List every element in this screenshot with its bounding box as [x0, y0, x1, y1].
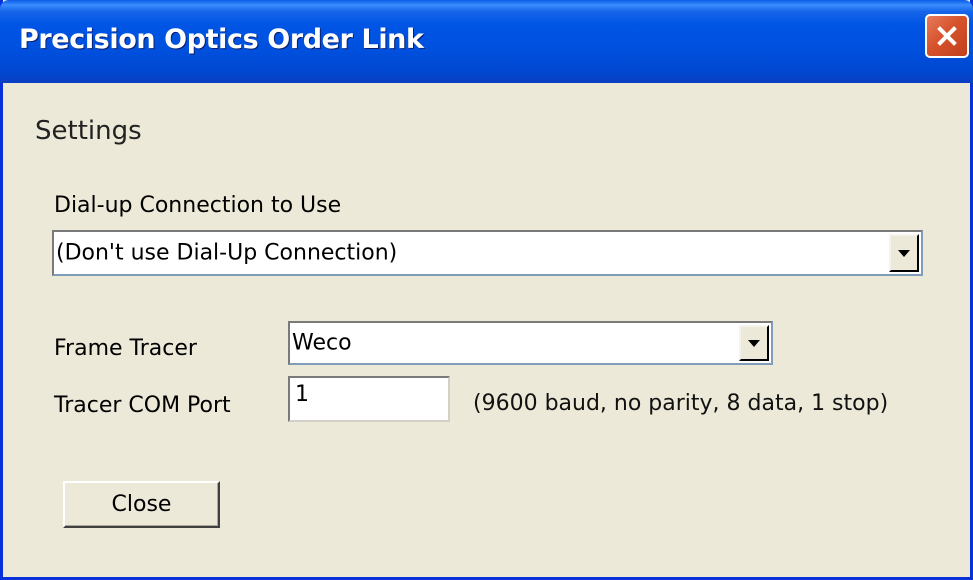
chevron-down-icon — [748, 339, 760, 347]
dialup-dropdown-button[interactable] — [889, 234, 919, 272]
window-close-button[interactable] — [925, 14, 969, 58]
com-port-settings-hint: (9600 baud, no parity, 8 data, 1 stop) — [473, 391, 889, 416]
frame-tracer-dropdown-button[interactable] — [739, 325, 769, 361]
dialog-body: Settings Dial-up Connection to Use (Don'… — [3, 83, 970, 577]
dialup-connection-value: (Don't use Dial-Up Connection) — [56, 240, 398, 266]
close-button[interactable]: Close — [63, 481, 220, 528]
window-title: Precision Optics Order Link — [19, 24, 424, 55]
tracer-com-port-label: Tracer COM Port — [54, 393, 231, 418]
tracer-com-port-input[interactable]: 1 — [288, 376, 450, 422]
frame-tracer-select[interactable]: Weco — [288, 321, 773, 365]
frame-tracer-value: Weco — [292, 330, 352, 356]
settings-heading: Settings — [35, 116, 142, 146]
title-bar[interactable]: Precision Optics Order Link — [0, 0, 973, 83]
dialup-connection-select[interactable]: (Don't use Dial-Up Connection) — [52, 230, 923, 276]
dialup-connection-label: Dial-up Connection to Use — [54, 193, 342, 218]
chevron-down-icon — [898, 249, 910, 257]
frame-tracer-label: Frame Tracer — [54, 336, 197, 361]
settings-window: Precision Optics Order Link Settings Dia… — [0, 0, 973, 580]
close-icon — [937, 26, 957, 46]
